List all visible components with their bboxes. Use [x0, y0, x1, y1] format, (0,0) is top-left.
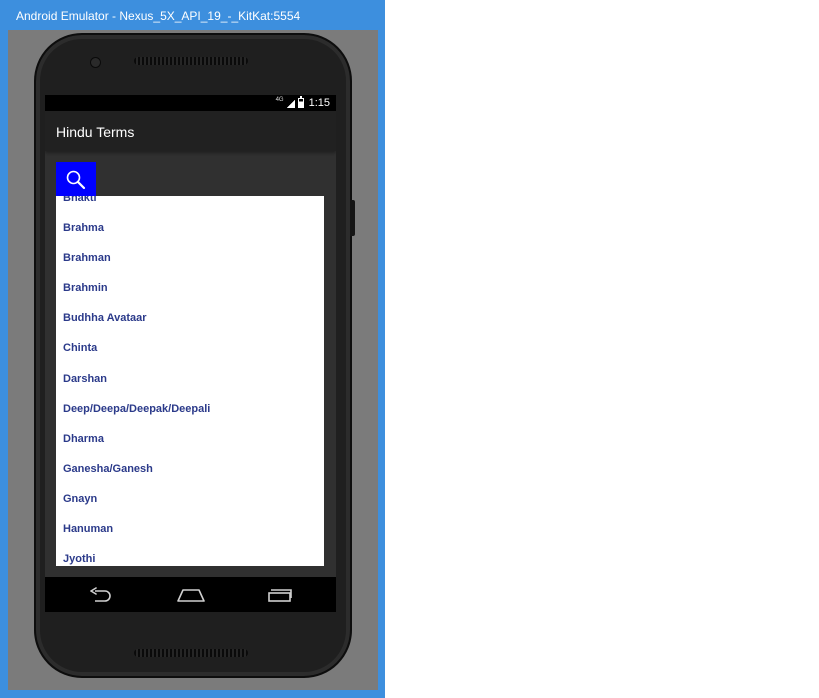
list-item[interactable]: Hanuman [56, 514, 324, 544]
bottom-speaker [134, 649, 248, 657]
list-item[interactable]: Brahma [56, 213, 324, 243]
list-item[interactable]: Deep/Deepa/Deepak/Deepali [56, 394, 324, 424]
list-item[interactable]: Gnayn [56, 484, 324, 514]
app-bar: Hindu Terms [45, 111, 336, 151]
search-icon [66, 170, 86, 190]
signal-icon [286, 98, 295, 108]
list-item[interactable]: Brahman [56, 243, 324, 273]
search-button[interactable] [56, 162, 96, 196]
nav-home-button[interactable] [174, 584, 205, 606]
app-title: Hindu Terms [56, 124, 135, 140]
terms-list[interactable]: Bhakti Brahma Brahman Brahmin Budhha Avataar… [56, 196, 324, 566]
phone-frame: 4G 1:15 Hindu Terms Bhakti Brahma Brahma… [34, 33, 355, 678]
list-item[interactable]: Jyothi [56, 544, 324, 566]
nav-back-button[interactable] [86, 584, 116, 606]
list-item[interactable]: Budhha Avataar [56, 303, 324, 333]
emulator-window: Android Emulator - Nexus_5X_API_19_-_Kit… [0, 0, 385, 698]
navigation-bar [45, 577, 336, 612]
power-button[interactable] [350, 200, 355, 236]
front-camera [90, 57, 101, 68]
list-item[interactable]: Bhakti [56, 196, 324, 213]
list-item[interactable]: Dharma [56, 424, 324, 454]
top-speaker [134, 57, 248, 65]
device-screen: 4G 1:15 Hindu Terms Bhakti Brahma Brahma… [45, 95, 336, 612]
list-item[interactable]: Ganesha/Ganesh [56, 454, 324, 484]
emulator-viewport: 4G 1:15 Hindu Terms Bhakti Brahma Brahma… [8, 30, 378, 690]
nav-recents-button[interactable] [264, 584, 294, 606]
list-item[interactable]: Brahmin [56, 273, 324, 303]
battery-icon [297, 96, 304, 108]
list-item[interactable]: Darshan [56, 364, 324, 394]
recents-icon [268, 589, 292, 602]
status-icons: 4G 1:15 [276, 95, 330, 111]
home-icon [177, 589, 205, 602]
back-icon [90, 587, 111, 602]
list-item[interactable]: Chinta [56, 333, 324, 363]
status-clock: 1:15 [308, 97, 330, 109]
status-bar: 4G 1:15 [45, 95, 336, 111]
terms-list-items: Bhakti Brahma Brahman Brahmin Budhha Avataar… [56, 196, 324, 566]
network-type-label: 4G [275, 97, 284, 103]
window-title: Android Emulator - Nexus_5X_API_19_-_Kit… [16, 9, 301, 23]
